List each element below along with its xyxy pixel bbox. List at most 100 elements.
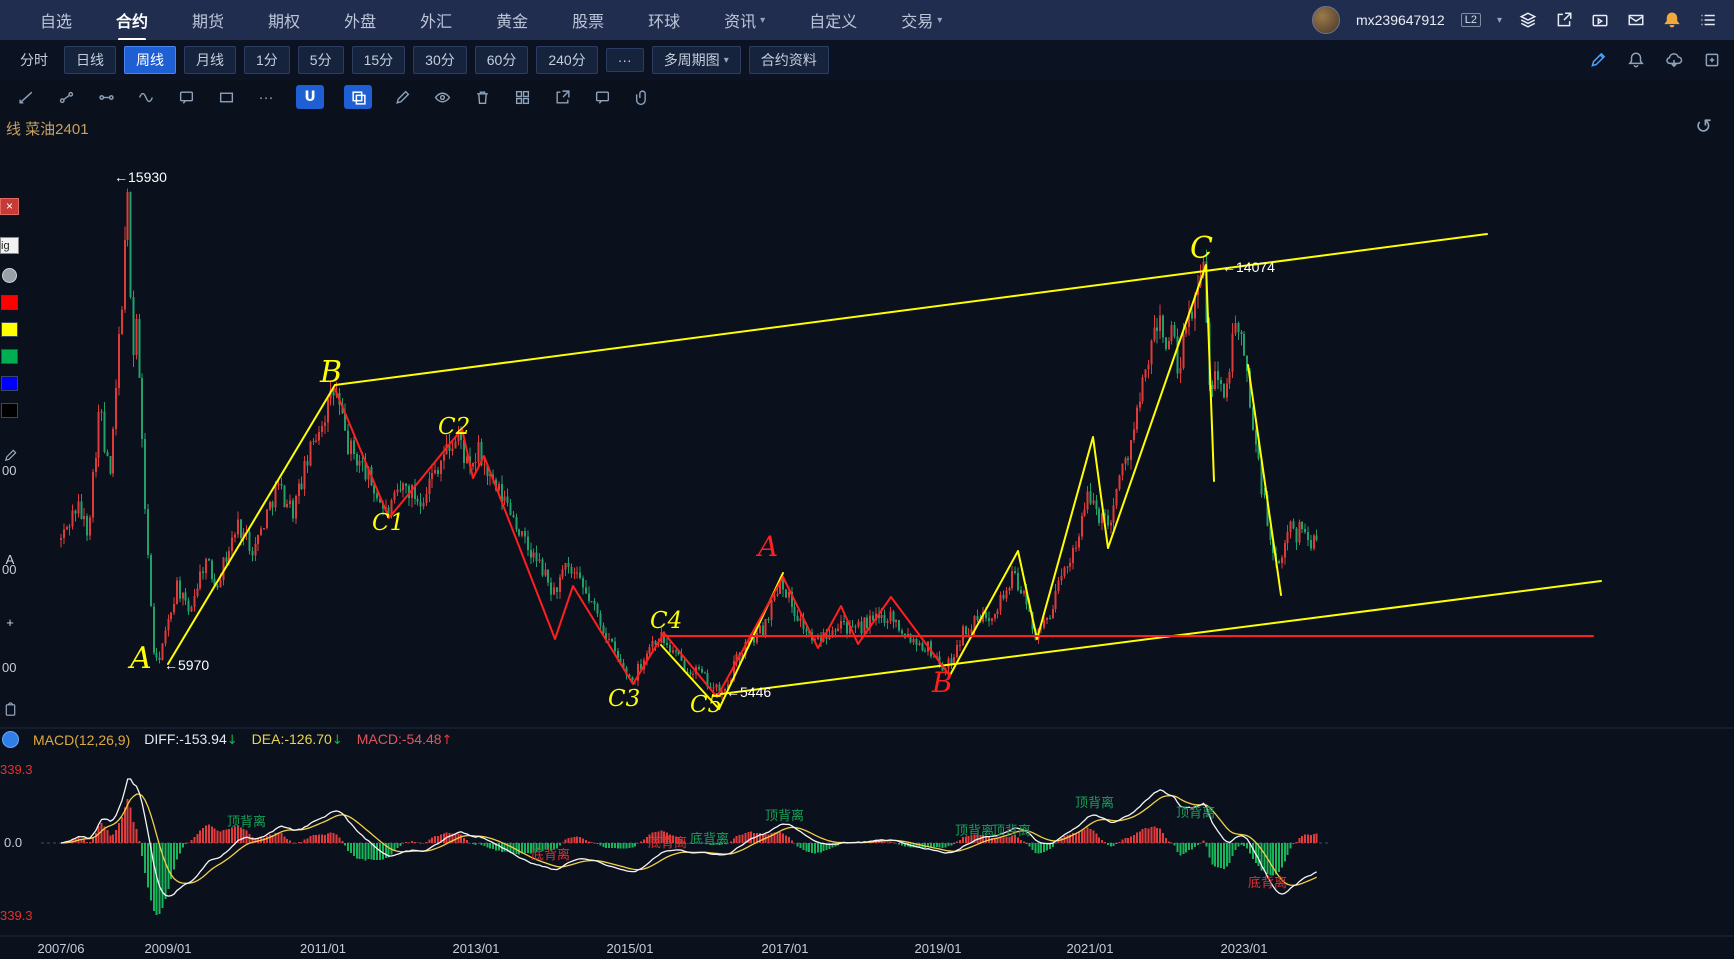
nav-forex[interactable]: 外汇 [420, 8, 452, 32]
export-icon[interactable] [552, 87, 572, 107]
undo-icon[interactable]: ↺ [1695, 114, 1712, 138]
color-swatch-green[interactable] [1, 349, 18, 364]
period-15min[interactable]: 15分 [351, 46, 406, 74]
pencil-tool-icon[interactable] [392, 87, 412, 107]
share-icon[interactable] [1554, 10, 1574, 30]
nav-stocks[interactable]: 股票 [572, 8, 604, 32]
trendline-tool-icon[interactable] [16, 87, 36, 107]
nav-gold[interactable]: 黄金 [496, 8, 528, 32]
svg-text:←15930: ←15930 [114, 169, 167, 185]
svg-text:顶背离: 顶背离 [1176, 805, 1215, 820]
period-30min[interactable]: 30分 [413, 46, 467, 74]
lower-channel [712, 580, 1602, 696]
nav-global[interactable]: 环球 [648, 8, 680, 32]
username[interactable]: mx239647912 [1356, 12, 1445, 28]
layers-icon[interactable] [1518, 10, 1538, 30]
visibility-eye-icon[interactable] [432, 87, 452, 107]
list-menu-icon[interactable] [1698, 10, 1718, 30]
more-drawing-tools-icon[interactable]: ··· [256, 87, 276, 107]
nav-watchlist[interactable]: 自选 [40, 8, 72, 32]
period-intraday[interactable]: 分时 [12, 47, 56, 73]
edit-pencil-icon[interactable] [1588, 50, 1608, 70]
cloud-download-icon[interactable] [1664, 50, 1684, 70]
svg-text:2019/01: 2019/01 [915, 941, 962, 956]
text-tool-icon[interactable]: A [0, 552, 20, 567]
pencil-small-icon[interactable] [0, 448, 20, 466]
svg-text:C5: C5 [690, 692, 722, 718]
multi-period-label: 多周期图 [663, 52, 720, 68]
nav-trade-label: 交易 [901, 14, 934, 31]
period-more-button[interactable]: ··· [605, 48, 644, 72]
period-60min[interactable]: 60分 [474, 46, 529, 74]
nav-futures[interactable]: 期货 [192, 8, 224, 32]
period-weekly[interactable]: 周线 [124, 46, 176, 74]
up-arrow-icon: ↑ [441, 733, 453, 748]
svg-text:2007/06: 2007/06 [38, 941, 85, 956]
svg-text:←5446: ←5446 [726, 684, 771, 700]
svg-text:339.3: 339.3 [0, 762, 33, 777]
contract-info-button[interactable]: 合约资料 [748, 46, 829, 74]
period-daily[interactable]: 日线 [64, 46, 116, 74]
alert-bell-icon[interactable] [1626, 50, 1646, 70]
period-240min[interactable]: 240分 [536, 46, 598, 74]
diff-text: DIFF:-153.94 [144, 731, 227, 747]
link-nodes-tool-icon[interactable] [96, 87, 116, 107]
dea-text: DEA:-126.70 [251, 731, 332, 747]
components-grid-icon[interactable] [512, 87, 532, 107]
indicator-blue-dot-icon[interactable] [2, 731, 19, 748]
wave-tool-icon[interactable] [136, 87, 156, 107]
overlay-windows-button[interactable] [344, 85, 372, 109]
avatar[interactable] [1311, 6, 1340, 34]
period-1min[interactable]: 1分 [244, 46, 290, 74]
color-swatch-red[interactable] [1, 295, 18, 310]
more-tools-icon[interactable] [1702, 50, 1722, 70]
nav-news[interactable]: 资讯 ▾ [724, 8, 765, 32]
dea-value: DEA:-126.70↓ [252, 731, 343, 748]
magnet-icon: U [304, 89, 316, 105]
wave-after-C [1247, 364, 1282, 596]
period-monthly[interactable]: 月线 [184, 46, 236, 74]
svg-text:2017/01: 2017/01 [762, 941, 809, 956]
period-5min[interactable]: 5分 [297, 46, 344, 74]
nav-news-label: 资讯 [724, 14, 757, 31]
label-input[interactable] [0, 237, 19, 254]
curve-tool-icon[interactable] [56, 87, 76, 107]
color-swatch-black[interactable] [1, 403, 18, 418]
clipboard-icon[interactable] [0, 702, 20, 720]
mail-icon[interactable] [1626, 10, 1646, 30]
gray-color-circle[interactable] [2, 268, 17, 283]
svg-text:2009/01: 2009/01 [145, 941, 192, 956]
plus-tool-icon[interactable]: + [0, 615, 20, 630]
svg-text:C4: C4 [650, 608, 682, 634]
svg-text:底背离: 底背离 [648, 835, 687, 850]
nav-right-cluster: mx239647912 L2 ▾ [1311, 6, 1718, 34]
svg-text:底背离: 底背离 [690, 831, 729, 846]
rectangle-tool-icon[interactable] [216, 87, 236, 107]
video-icon[interactable] [1590, 10, 1610, 30]
diff-value: DIFF:-153.94↓ [144, 731, 237, 748]
macd-text: MACD:-54.48 [356, 731, 442, 747]
color-swatch-yellow[interactable] [1, 322, 18, 337]
nav-trade[interactable]: 交易 ▾ [901, 8, 942, 32]
svg-text:2023/01: 2023/01 [1221, 941, 1268, 956]
nav-options[interactable]: 期权 [268, 8, 300, 32]
l2-badge: L2 [1460, 13, 1481, 27]
paperclip-icon[interactable] [632, 87, 652, 107]
nav-custom[interactable]: 自定义 [809, 8, 857, 32]
macd-indicator-label[interactable]: MACD(12,26,9) [33, 732, 130, 748]
close-icon[interactable]: × [0, 198, 19, 215]
color-swatch-blue[interactable] [1, 376, 18, 391]
flag-note-tool-icon[interactable] [176, 87, 196, 107]
main-chart[interactable]: ←15930←5970←5446←14074ABC2C1C3C4C5CAB000… [0, 0, 1734, 959]
top-nav: 自选 合约 期货 期权 外盘 外汇 黄金 股票 环球 资讯 ▾ 自定义 交易 ▾… [0, 0, 1734, 41]
nav-external-markets[interactable]: 外盘 [344, 8, 376, 32]
magnet-tool-button[interactable]: U [296, 85, 324, 109]
nav-contracts[interactable]: 合约 [116, 8, 148, 41]
comment-icon[interactable] [592, 87, 612, 107]
svg-text:2015/01: 2015/01 [607, 941, 654, 956]
caret-down-icon[interactable]: ▾ [1497, 15, 1502, 26]
svg-text:2021/01: 2021/01 [1067, 941, 1114, 956]
multi-period-button[interactable]: 多周期图 ▾ [651, 46, 741, 74]
trash-icon[interactable] [472, 87, 492, 107]
bell-icon[interactable] [1662, 10, 1682, 30]
